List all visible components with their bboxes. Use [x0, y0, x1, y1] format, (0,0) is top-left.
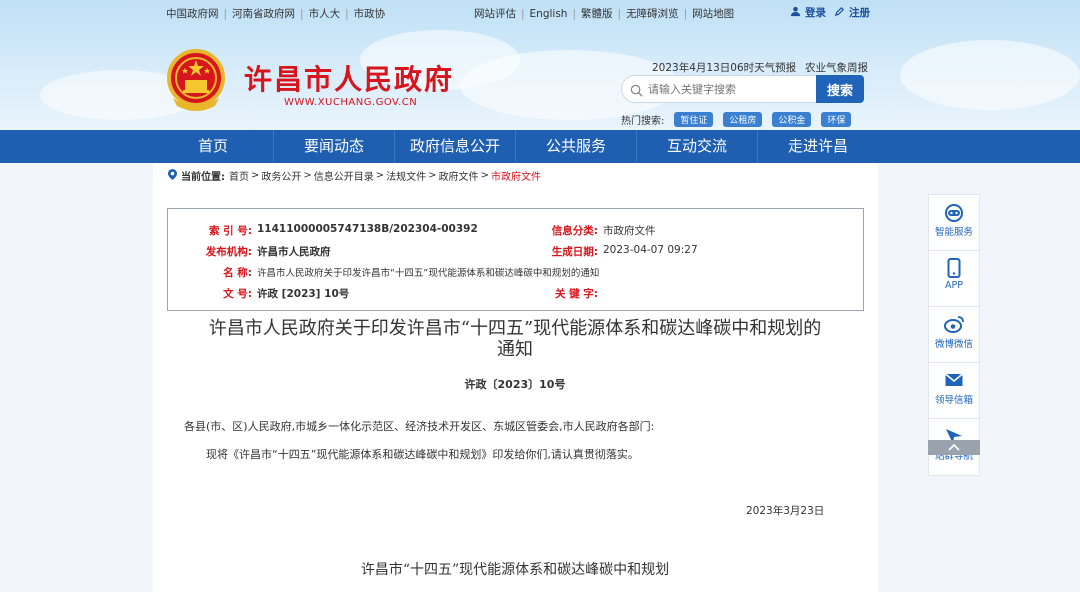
divider: |: [683, 7, 688, 20]
hot-search-label: 热门搜索:: [621, 116, 665, 127]
nav-interaction[interactable]: 互动交流: [637, 130, 758, 163]
document-date: 2023年3月23日: [746, 505, 825, 517]
document-title-line: 通知: [497, 339, 533, 360]
meta-org-value: 许昌市人民政府: [257, 246, 331, 258]
weibo-icon: [944, 316, 964, 333]
document-body: 现将《许昌市“十四五”现代能源体系和碳达峰碳中和规划》印发给你们,请认真贯彻落实…: [206, 448, 639, 461]
meta-date-value: 2023-04-07 09:27: [603, 244, 698, 256]
breadcrumb-item[interactable]: 首页: [229, 168, 249, 183]
meta-docno-label: 文 号:: [223, 288, 252, 300]
link-traditional[interactable]: 繁體版: [581, 6, 613, 21]
meta-index-value: 11411000005747138B/202304-00392: [257, 223, 478, 235]
sidebar-item-label: 智能服务: [934, 227, 973, 238]
nav-gov-info[interactable]: 政府信息公开: [395, 130, 516, 163]
user-icon: [790, 6, 801, 20]
meta-name-label: 名 称:: [223, 267, 252, 279]
breadcrumb-item[interactable]: 政府文件: [439, 168, 479, 183]
chevron-up-icon: [948, 443, 960, 451]
divider: |: [300, 7, 304, 20]
robot-icon: [945, 204, 963, 222]
divider: |: [572, 7, 577, 20]
document-meta-table: 索 引 号: 11411000005747138B/202304-00392 信…: [167, 208, 864, 311]
meta-org-label: 发布机构:: [205, 246, 252, 258]
breadcrumb-current[interactable]: 市政府文件: [491, 168, 541, 183]
location-pin-icon: [168, 168, 177, 183]
divider: |: [521, 7, 525, 20]
link-sitemap[interactable]: 网站地图: [692, 6, 734, 21]
document-title: 许昌市人民政府关于印发许昌市“十四五”现代能源体系和碳达峰碳中和规划的 通知: [160, 318, 870, 360]
hot-tag[interactable]: 公租房: [723, 112, 763, 127]
back-to-top-button[interactable]: [928, 440, 980, 455]
breadcrumb: 当前位置: 首页 > 政务公开 > 信息公开目录 > 法规文件 > 政府文件 >…: [168, 168, 541, 183]
divider: |: [345, 7, 349, 20]
national-emblem-logo: [165, 48, 227, 114]
meta-category-label: 信息分类:: [551, 225, 598, 237]
sidebar-item-mailbox[interactable]: 领导信箱: [929, 370, 979, 419]
breadcrumb-separator: >: [375, 170, 385, 181]
sidebar-item-weibo[interactable]: 微博微信: [929, 314, 979, 363]
sidebar-item-label: 微博微信: [934, 339, 973, 350]
breadcrumb-separator: >: [303, 170, 312, 181]
hot-tag[interactable]: 环保: [821, 112, 852, 127]
nav-news[interactable]: 要闻动态: [274, 130, 395, 163]
hot-tag[interactable]: 暂住证: [674, 112, 714, 127]
meta-name-value: 许昌市人民政府关于印发许昌市“十四五”现代能源体系和碳达峰碳中和规划的通知: [257, 268, 600, 279]
site-title[interactable]: 许昌市人民政府: [244, 58, 454, 98]
hot-search: 热门搜索: 暂住证 公租房 公积金 环保: [621, 112, 852, 127]
weather-forecast-link[interactable]: 2023年4月13日06时天气预报: [652, 60, 796, 75]
account-links: 登录 注册: [790, 5, 870, 20]
register-link[interactable]: 注册: [849, 5, 870, 20]
meta-date-label: 生成日期:: [551, 246, 598, 258]
sidebar-item-app[interactable]: APP: [929, 258, 979, 307]
document-number: 许政〔2023〕10号: [464, 378, 566, 391]
link-henan[interactable]: 河南省政府网: [232, 6, 295, 21]
breadcrumb-separator: >: [251, 170, 260, 181]
divider: |: [223, 7, 228, 20]
login-link[interactable]: 登录: [805, 5, 826, 20]
mail-icon: [944, 373, 964, 386]
meta-index-label: 索 引 号:: [208, 225, 252, 237]
floating-sidebar: 智能服务 APP 微博微信 领导信箱 站群导航: [928, 194, 980, 476]
link-accessibility[interactable]: 无障碍浏览: [626, 6, 679, 21]
nav-about[interactable]: 走进许昌: [758, 130, 878, 163]
hot-tag[interactable]: 公积金: [772, 112, 812, 127]
meta-docno-value: 许政 [2023] 10号: [257, 288, 350, 300]
breadcrumb-separator: >: [428, 170, 437, 181]
meta-keyword-label: 关 键 字:: [554, 288, 598, 300]
sidebar-item-smart-service[interactable]: 智能服务: [929, 202, 979, 251]
link-english[interactable]: English: [530, 8, 568, 20]
link-site-eval[interactable]: 网站评估: [474, 6, 516, 21]
search-button[interactable]: 搜索: [816, 75, 864, 103]
main-nav: 首页 要闻动态 政府信息公开 公共服务 互动交流 走进许昌: [0, 130, 1080, 163]
breadcrumb-item[interactable]: 信息公开目录: [314, 168, 374, 183]
top-links-left: 中国政府网 | 河南省政府网 | 市人大 | 市政协: [166, 6, 385, 21]
nav-home[interactable]: 首页: [153, 130, 274, 163]
sidebar-item-label: 领导信箱: [934, 395, 973, 406]
phone-icon: [947, 258, 961, 278]
document-addressee: 各县(市、区)人民政府,市城乡一体化示范区、经济技术开发区、东城区管委会,市人民…: [184, 420, 655, 433]
search-icon: [630, 82, 643, 101]
search-box: [621, 75, 817, 103]
breadcrumb-item[interactable]: 法规文件: [386, 168, 426, 183]
breadcrumb-label: 当前位置:: [181, 172, 225, 183]
cloud-decoration: [900, 40, 1080, 110]
edit-icon: [834, 6, 845, 20]
agri-weather-link[interactable]: 农业气象周报: [805, 60, 868, 75]
link-renda[interactable]: 市人大: [309, 6, 341, 21]
site-url: WWW.XUCHANG.GOV.CN: [284, 97, 418, 108]
plan-title: 许昌市“十四五”现代能源体系和碳达峰碳中和规划: [360, 562, 670, 578]
link-zhengxie[interactable]: 市政协: [354, 6, 386, 21]
document-title-line: 许昌市人民政府关于印发许昌市“十四五”现代能源体系和碳达峰碳中和规划的: [208, 318, 822, 339]
divider: |: [617, 7, 622, 20]
top-links-center: 网站评估 | English | 繁體版 | 无障碍浏览 | 网站地图: [474, 6, 734, 21]
nav-public-service[interactable]: 公共服务: [516, 130, 637, 163]
meta-category-value: 市政府文件: [603, 225, 656, 237]
top-bar: 中国政府网 | 河南省政府网 | 市人大 | 市政协 网站评估 | Englis…: [0, 0, 1080, 24]
link-gov-cn[interactable]: 中国政府网: [166, 6, 219, 21]
breadcrumb-item[interactable]: 政务公开: [261, 168, 301, 183]
search-input[interactable]: [648, 80, 808, 98]
sidebar-item-label: APP: [945, 280, 963, 291]
breadcrumb-separator: >: [480, 170, 489, 181]
